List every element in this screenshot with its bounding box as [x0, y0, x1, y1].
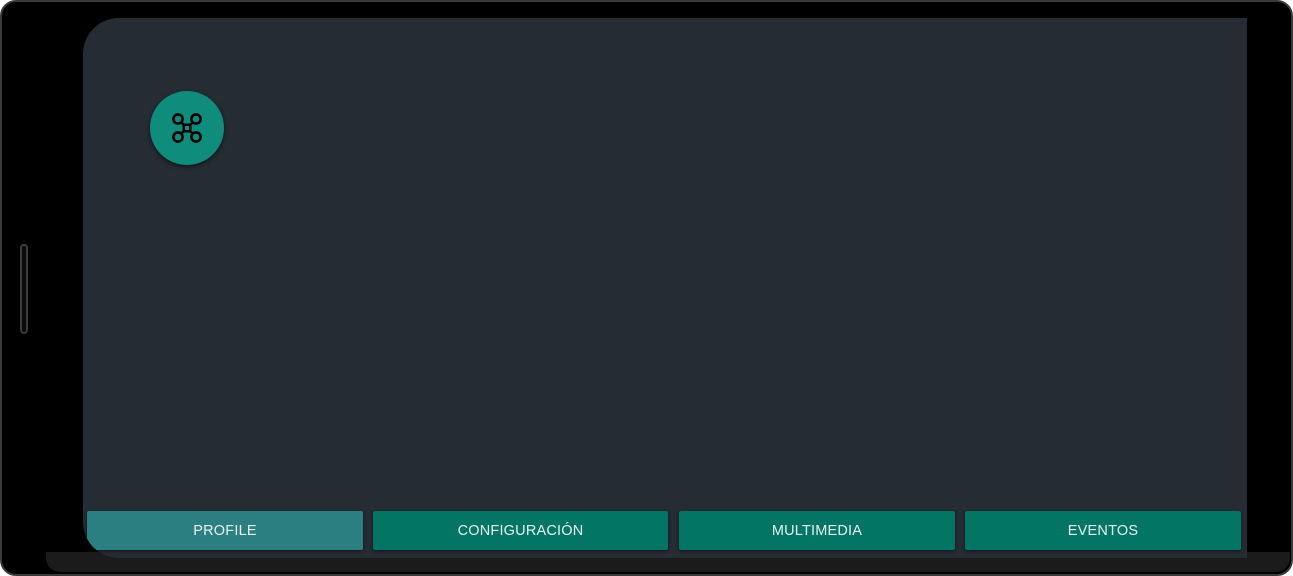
drone-icon	[172, 113, 202, 143]
drone-fab-button[interactable]	[150, 91, 224, 165]
tab-configuracion[interactable]: CONFIGURACIÓN	[373, 511, 668, 550]
tab-eventos[interactable]: EVENTOS	[965, 511, 1241, 550]
device-side-button	[20, 244, 28, 334]
tab-multimedia[interactable]: MULTIMEDIA	[679, 511, 955, 550]
bottom-navigation: PROFILE CONFIGURACIÓN MULTIMEDIA EVENTOS	[87, 511, 1242, 551]
tab-profile[interactable]: PROFILE	[87, 511, 363, 550]
app-screen: PROFILE CONFIGURACIÓN MULTIMEDIA EVENTOS	[83, 18, 1247, 558]
